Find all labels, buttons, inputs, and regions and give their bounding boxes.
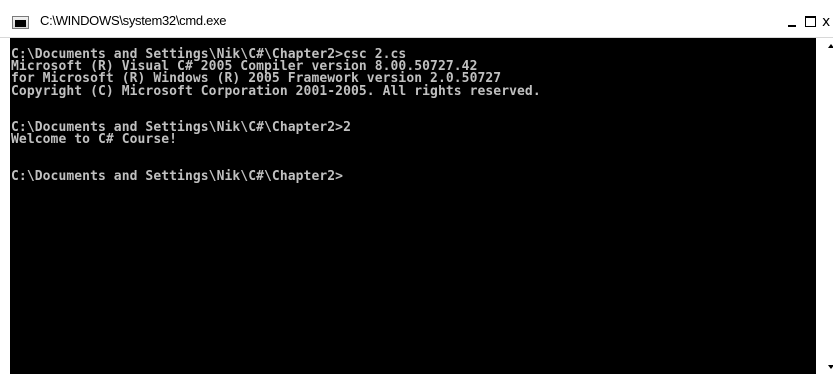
console-text: C:\Documents and Settings\Nik\C#\Chapter… <box>11 47 541 185</box>
console-icon[interactable] <box>12 16 29 29</box>
title-bar[interactable]: C:\WINDOWS\system32\cmd.exe x <box>0 0 833 38</box>
cmd-window: C:\WINDOWS\system32\cmd.exe x C:\Documen… <box>0 0 833 374</box>
scroll-down-arrow-icon[interactable] <box>816 357 833 374</box>
console-output-area[interactable]: C:\Documents and Settings\Nik\C#\Chapter… <box>10 38 816 374</box>
scroll-up-arrow-icon[interactable] <box>816 38 833 55</box>
minimize-button[interactable] <box>784 13 802 31</box>
maximize-button[interactable] <box>802 13 820 31</box>
vertical-scrollbar[interactable] <box>816 38 833 374</box>
close-button[interactable]: x <box>822 12 833 32</box>
window-title: C:\WINDOWS\system32\cmd.exe <box>40 13 227 28</box>
